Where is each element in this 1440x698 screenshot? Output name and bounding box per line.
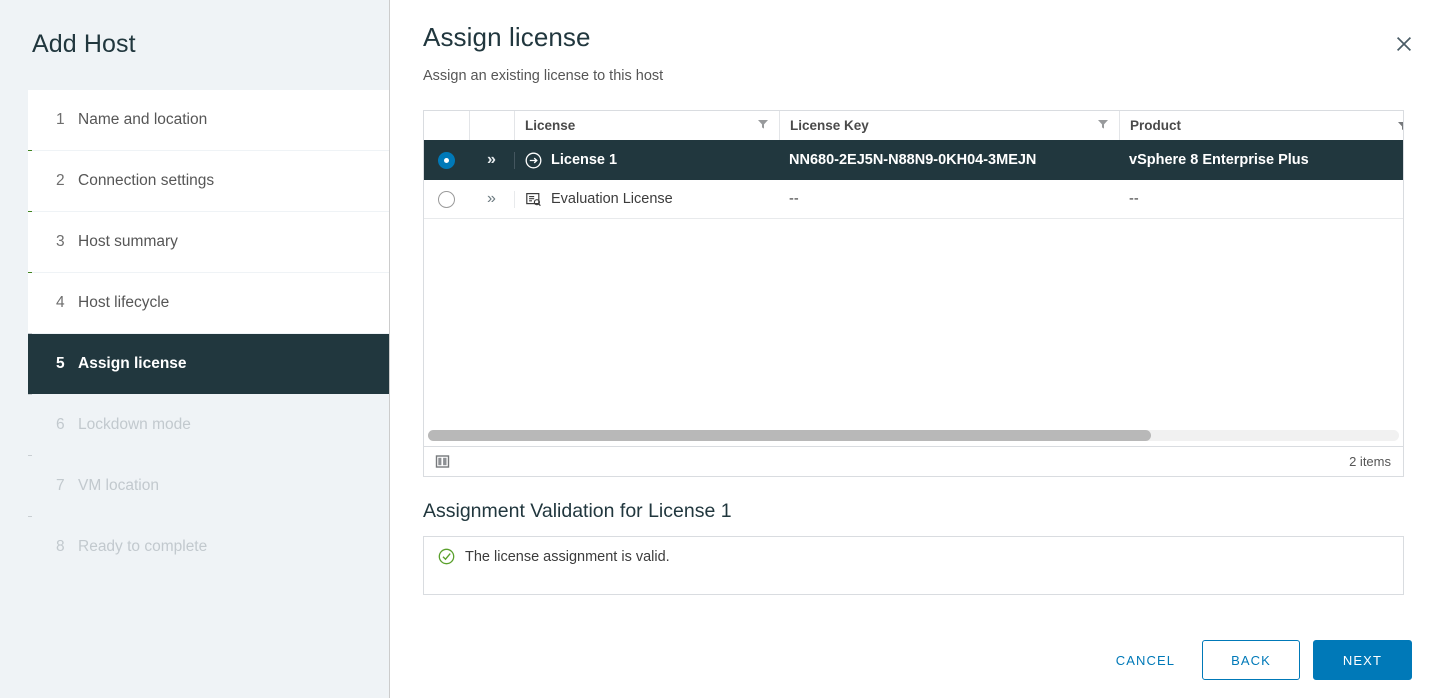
step-number: 3 [56,233,65,250]
step-number: 8 [56,538,65,555]
horizontal-scrollbar-thumb[interactable] [428,430,1152,441]
step-number: 1 [56,111,65,128]
step-label: Host summary [78,233,178,250]
step-number: 7 [56,477,65,494]
step-number: 2 [56,172,65,189]
table-body: » License 1 NN680-2EJ5N-N88N9-0KH04-3MEJN v… [424,141,1403,446]
license-radio-button[interactable] [438,151,455,169]
step-number: 5 [56,355,65,372]
next-button[interactable]: NEXT [1312,640,1412,680]
horizontal-scrollbar[interactable] [428,430,1399,441]
row-expand-cell[interactable]: » [469,191,514,207]
license-document-icon [525,191,542,208]
sidebar-step-ready-to-complete[interactable]: 8 Ready to complete [28,517,389,577]
wizard-sidebar: Add Host 1 Name and location 2 Connection s… [0,0,390,698]
column-header-product[interactable]: Product [1119,111,1403,140]
arrow-right-circle-icon [525,152,542,169]
wizard-title: Add Host [32,30,136,58]
column-header-expand [469,111,514,140]
column-picker-icon[interactable] [435,454,450,469]
license-table: License License Key Product » License 1 … [423,110,1404,477]
close-dialog-button[interactable] [1390,31,1418,59]
license-name-cell: Evaluation License [514,190,779,208]
filter-icon[interactable] [757,118,771,133]
table-footer: 2 items [424,446,1403,476]
sidebar-step-assign-license[interactable]: 5 Assign license [28,334,389,394]
table-row[interactable]: » License 1 NN680-2EJ5N-N88N9-0KH04-3MEJN v… [424,141,1403,180]
license-name-label: License 1 [551,152,618,168]
step-label: Lockdown mode [78,416,191,433]
filter-icon[interactable] [1397,120,1403,135]
validation-title: Assignment Validation for License 1 [423,500,732,522]
license-key-cell: NN680-2EJ5N-N88N9-0KH04-3MEJN [789,152,1037,168]
validation-panel: The license assignment is valid. [423,536,1404,595]
column-header-license-key[interactable]: License Key [779,111,1119,140]
step-label: VM location [78,477,159,494]
product-cell: -- [1129,191,1139,207]
page-header: Assign license Assign an existing licens… [390,0,1440,84]
license-name-cell: License 1 [514,151,779,169]
check-circle-icon [438,548,455,570]
page-subtitle: Assign an existing license to this host [423,68,664,84]
sidebar-step-name-and-location[interactable]: 1 Name and location [28,90,389,150]
wizard-footer-actions: CANCEL BACK NEXT [1102,640,1412,680]
sidebar-step-vm-location[interactable]: 7 VM location [28,456,389,516]
column-header-license-key-label: License Key [790,118,869,133]
item-count-label: 2 items [1349,454,1391,469]
row-select-cell[interactable] [424,151,469,169]
license-radio-button[interactable] [438,190,455,208]
back-button[interactable]: BACK [1202,640,1300,680]
step-label: Host lifecycle [78,294,170,311]
step-label: Assign license [78,355,187,372]
column-header-license-label: License [525,118,576,133]
step-label: Ready to complete [78,538,208,555]
chevron-double-right-icon[interactable]: » [487,152,496,168]
add-host-wizard: Add Host 1 Name and location 2 Connection s… [0,0,1440,698]
column-header-license[interactable]: License [514,111,779,140]
sidebar-step-host-summary[interactable]: 3 Host summary [28,212,389,272]
chevron-double-right-icon[interactable]: » [487,191,496,207]
sidebar-step-lockdown-mode[interactable]: 6 Lockdown mode [28,395,389,455]
sidebar-step-host-lifecycle[interactable]: 4 Host lifecycle [28,273,389,333]
wizard-steps: 1 Name and location 2 Connection settings 3 H… [0,90,389,577]
wizard-main-panel: Assign license Assign an existing licens… [390,0,1440,698]
page-title: Assign license [423,22,591,52]
close-icon [1394,34,1414,57]
product-cell: vSphere 8 Enterprise Plus [1129,152,1309,168]
sidebar-step-connection-settings[interactable]: 2 Connection settings [28,151,389,211]
validation-message: The license assignment is valid. [465,549,670,565]
step-number: 4 [56,294,65,311]
filter-icon[interactable] [1097,118,1111,133]
license-key-cell: -- [789,191,799,207]
step-label: Connection settings [78,172,215,189]
step-label: Name and location [78,111,208,128]
row-select-cell[interactable] [424,190,469,208]
table-header-row: License License Key Product [424,111,1403,141]
column-header-product-label: Product [1130,118,1182,133]
row-expand-cell[interactable]: » [469,152,514,168]
license-name-label: Evaluation License [551,191,673,207]
column-header-select [424,111,469,140]
table-row[interactable]: » Evaluation License -- -- [424,180,1403,219]
step-number: 6 [56,416,65,433]
cancel-button[interactable]: CANCEL [1102,640,1189,680]
